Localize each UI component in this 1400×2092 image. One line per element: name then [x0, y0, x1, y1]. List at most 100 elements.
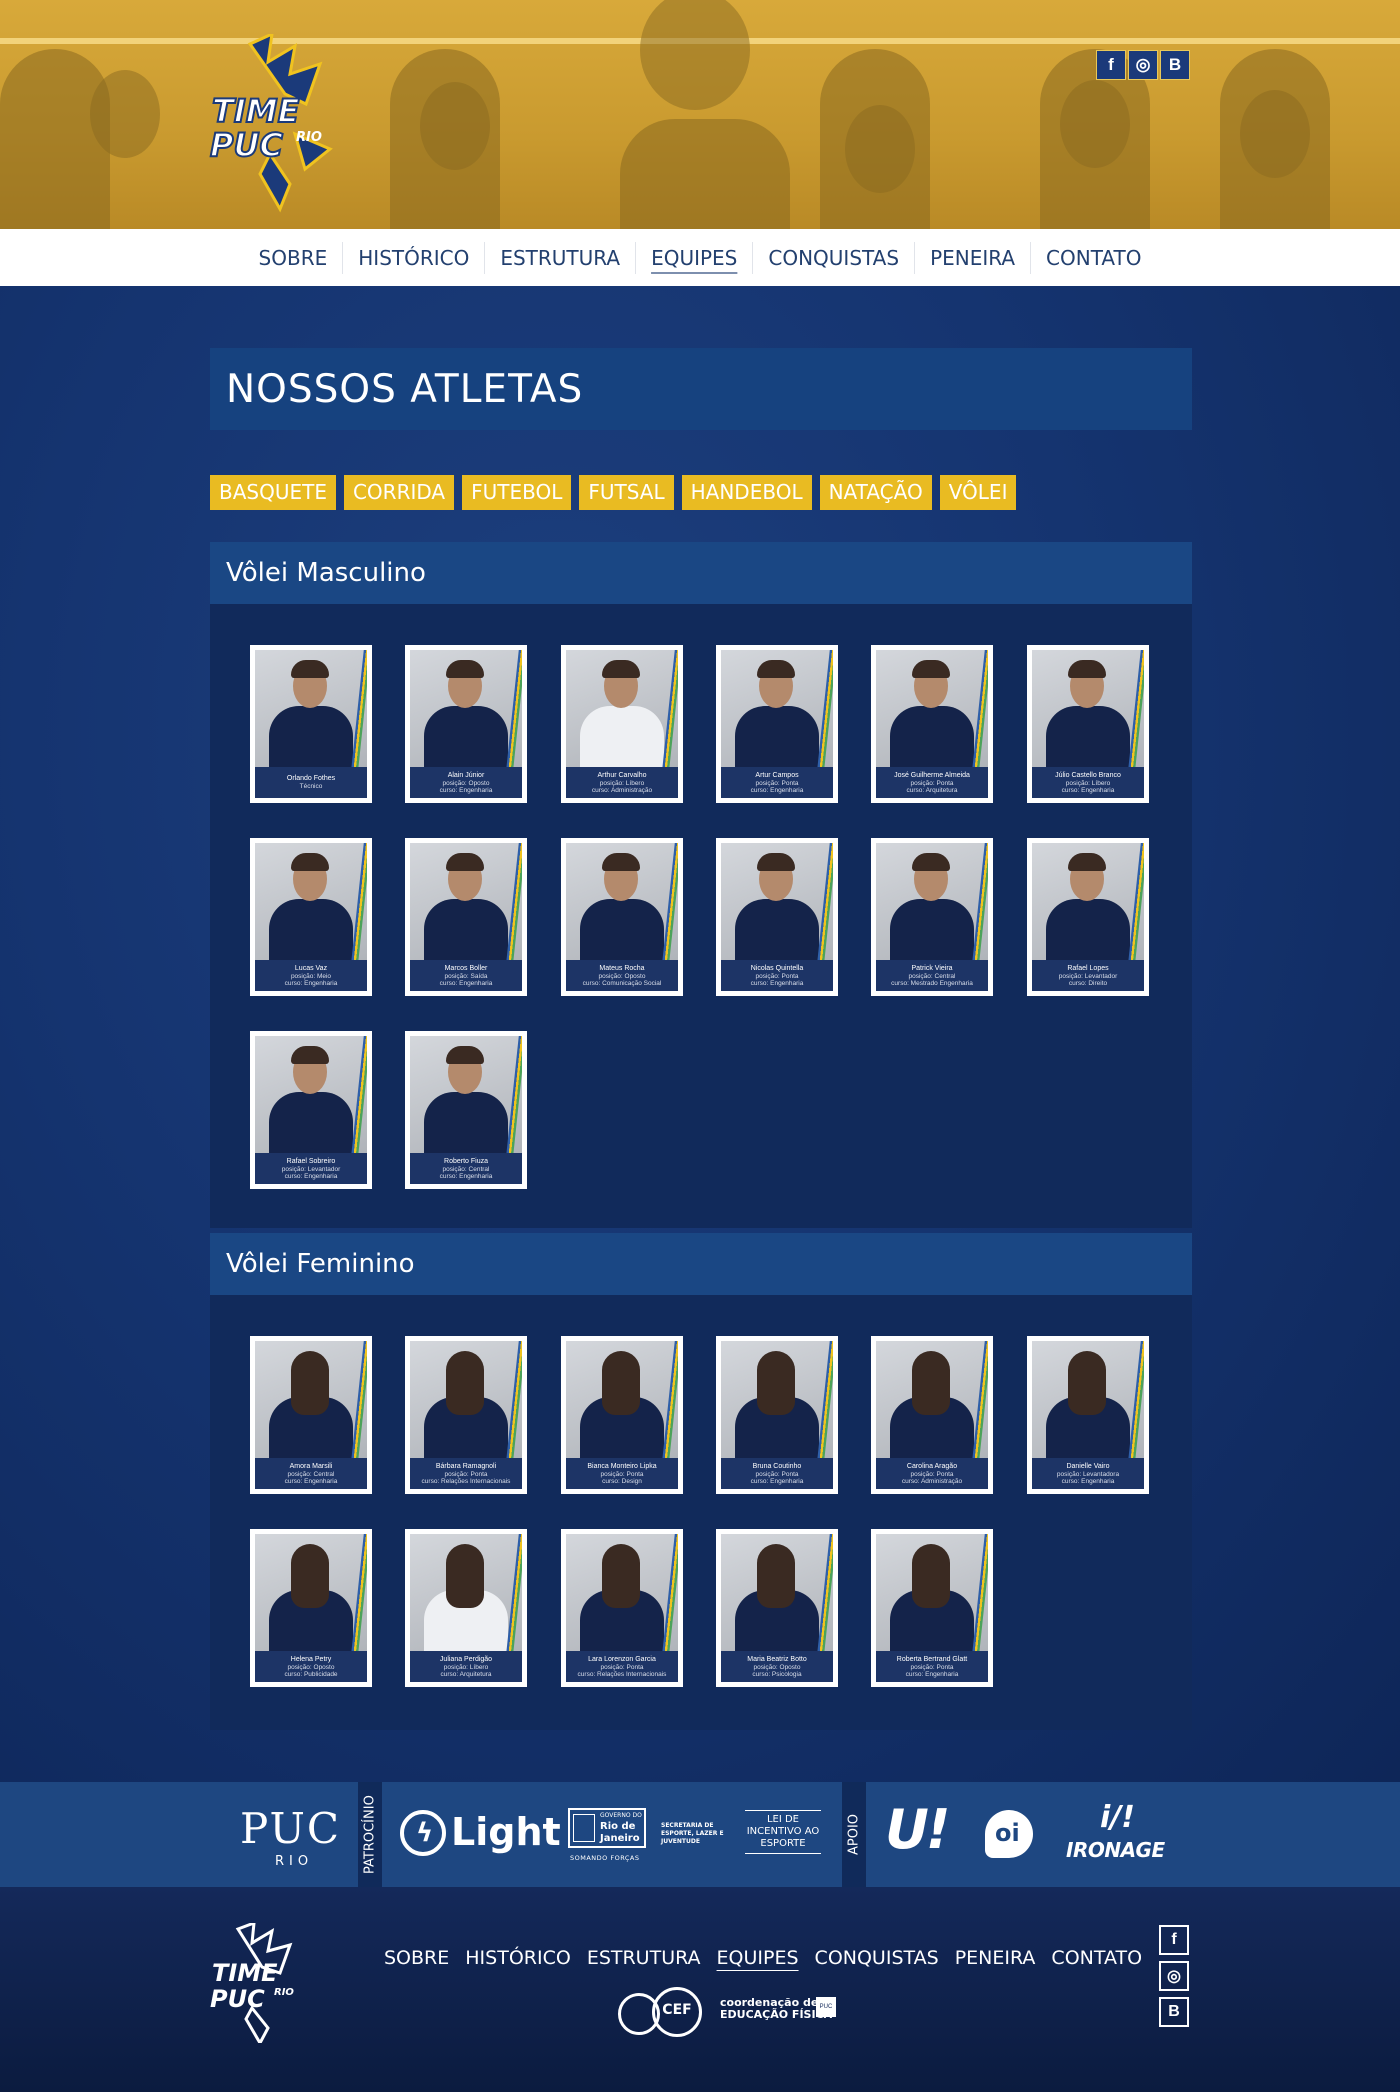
- athlete-hair: [602, 1544, 640, 1608]
- gov-line-1: GOVERNO DO: [600, 1812, 642, 1819]
- athlete-card[interactable]: Roberto Fiuza posição: Central curso: Enge…: [405, 1031, 527, 1189]
- site-footer: TIME PUC RIO SOBRE HISTÓRICO ESTRUTURA E…: [0, 1887, 1400, 2092]
- athlete-card[interactable]: Lara Lorenzon Garcia posição: Ponta curso:…: [561, 1529, 683, 1687]
- athlete-hair: [602, 853, 640, 871]
- athlete-card[interactable]: Artur Campos posição: Ponta curso: Engenha…: [716, 645, 838, 803]
- blogger-icon[interactable]: B: [1159, 1997, 1189, 2027]
- athlete-caption: Bianca Monteiro Lipka posição: Ponta curso…: [566, 1458, 678, 1489]
- athlete-photo: Bárbara Ramagnoli posição: Ponta curso: Re…: [410, 1341, 522, 1489]
- footer-nav-contato[interactable]: CONTATO: [1051, 1947, 1142, 1969]
- athlete-name: Carolina Aragão: [906, 1462, 958, 1470]
- athlete-card[interactable]: Danielle Vairo posição: Levantadora curso:…: [1027, 1336, 1149, 1494]
- athlete-caption: Arthur Carvalho posição: Líbero curso: Adm…: [566, 767, 678, 798]
- athlete-card[interactable]: Arthur Carvalho posição: Líbero curso: Adm…: [561, 645, 683, 803]
- athlete-caption: Marcos Boller posição: Saída curso: Engenh…: [410, 960, 522, 991]
- nav-item-conquistas[interactable]: CONQUISTAS: [752, 241, 914, 274]
- athlete-card[interactable]: Marcos Boller posição: Saída curso: Engenh…: [405, 838, 527, 996]
- athlete-card[interactable]: Maria Beatriz Botto posição: Oposto curso:…: [716, 1529, 838, 1687]
- tab-futebol[interactable]: FUTEBOL: [462, 475, 572, 510]
- athlete-card[interactable]: Rafael Sobreiro posição: Levantador curso:…: [250, 1031, 372, 1189]
- athlete-caption: Rafael Lopes posição: Levantador curso: Di…: [1032, 960, 1144, 991]
- athlete-course: curso: Engenharia: [284, 1172, 338, 1180]
- nav-item-peneira[interactable]: PENEIRA: [914, 241, 1030, 274]
- gov-rio-logo[interactable]: GOVERNO DO Rio de Janeiro: [568, 1808, 646, 1848]
- time-puc-rio-logo[interactable]: TIME PUC RIO: [209, 31, 335, 214]
- athlete-hair: [757, 1351, 795, 1415]
- athlete-caption: José Guilherme Almeida posição: Ponta curs…: [876, 767, 988, 798]
- tab-handebol[interactable]: HANDEBOL: [681, 475, 812, 510]
- ironage-logo[interactable]: IRONAGE: [1066, 1838, 1165, 1862]
- facebook-icon[interactable]: f: [1159, 1925, 1189, 1955]
- nav-item-sobre[interactable]: SOBRE: [244, 242, 343, 274]
- athlete-hair: [446, 660, 484, 678]
- lei-line: ESPORTE: [760, 1838, 806, 1849]
- footer-nav-estrutura[interactable]: ESTRUTURA: [587, 1947, 701, 1969]
- footer-nav-equipes[interactable]: EQUIPES: [717, 1947, 799, 1969]
- athlete-name: Júlio Castello Branco: [1055, 771, 1121, 779]
- footer-nav-sobre[interactable]: SOBRE: [384, 1947, 449, 1969]
- athlete-card[interactable]: Helena Petry posição: Oposto curso: Public…: [250, 1529, 372, 1687]
- tab-volei[interactable]: VÔLEI: [939, 475, 1017, 510]
- athlete-card[interactable]: Mateus Rocha posição: Oposto curso: Comuni…: [561, 838, 683, 996]
- athlete-hair: [757, 853, 795, 871]
- header-social-links: f ◎ B: [1096, 50, 1190, 80]
- athlete-card[interactable]: Rafael Lopes posição: Levantador curso: Di…: [1027, 838, 1149, 996]
- nav-item-historico[interactable]: HISTÓRICO: [342, 241, 484, 274]
- athlete-card[interactable]: Juliana Perdigão posição: Líbero curso: Ar…: [405, 1529, 527, 1687]
- athlete-course: curso: Engenharia: [750, 979, 804, 987]
- athlete-card[interactable]: Amora Marsili posição: Central curso: Enge…: [250, 1336, 372, 1494]
- athlete-card[interactable]: José Guilherme Almeida posição: Ponta curs…: [871, 645, 993, 803]
- nav-item-contato[interactable]: CONTATO: [1030, 241, 1156, 274]
- light-bolt-icon: ϟ: [400, 1810, 446, 1856]
- tab-corrida[interactable]: CORRIDA: [343, 475, 455, 510]
- tab-natacao[interactable]: NATAÇÃO: [819, 475, 932, 510]
- facebook-icon[interactable]: f: [1096, 50, 1126, 80]
- light-logo[interactable]: Light: [451, 1810, 561, 1854]
- page-title-bar: NOSSOS ATLETAS: [210, 348, 1192, 430]
- athlete-name: Marcos Boller: [444, 964, 488, 972]
- athlete-hair: [446, 1046, 484, 1064]
- cef-logo[interactable]: CEF: [618, 1987, 704, 2037]
- athlete-silhouette: [1220, 49, 1330, 229]
- athlete-card[interactable]: Orlando Fothes Técnico: [250, 645, 372, 803]
- athlete-name: Danielle Vairo: [1066, 1462, 1110, 1470]
- footer-nav-historico[interactable]: HISTÓRICO: [465, 1947, 571, 1969]
- athlete-card[interactable]: Carolina Aragão posição: Ponta curso: Admi…: [871, 1336, 993, 1494]
- oi-logo[interactable]: oi: [985, 1810, 1033, 1858]
- athlete-position: posição: Central: [908, 972, 956, 980]
- athlete-course: curso: Design: [602, 1477, 642, 1485]
- instagram-icon[interactable]: ◎: [1128, 50, 1158, 80]
- instagram-icon[interactable]: ◎: [1159, 1961, 1189, 1991]
- athlete-hair: [912, 1544, 950, 1608]
- page-title: NOSSOS ATLETAS: [226, 366, 584, 412]
- athlete-card[interactable]: Patrick Vieira posição: Central curso: Mes…: [871, 838, 993, 996]
- athlete-card[interactable]: Bruna Coutinho posição: Ponta curso: Engen…: [716, 1336, 838, 1494]
- athlete-card[interactable]: Bárbara Ramagnoli posição: Ponta curso: Re…: [405, 1336, 527, 1494]
- nav-item-equipes[interactable]: EQUIPES: [635, 241, 752, 274]
- u-sponsor-logo[interactable]: U!: [885, 1798, 951, 1861]
- athlete-photo: Roberta Bertrand Glatt posição: Ponta curs…: [876, 1534, 988, 1682]
- nav-item-estrutura[interactable]: ESTRUTURA: [484, 241, 635, 274]
- athlete-name: Bruna Coutinho: [752, 1462, 802, 1470]
- athlete-photo: Artur Campos posição: Ponta curso: Engenha…: [721, 650, 833, 798]
- blogger-icon[interactable]: B: [1160, 50, 1190, 80]
- tab-basquete[interactable]: BASQUETE: [210, 475, 336, 510]
- puc-rio-logo[interactable]: PUC: [240, 1804, 341, 1853]
- footer-nav-conquistas[interactable]: CONQUISTAS: [815, 1947, 939, 1969]
- main-content: NOSSOS ATLETAS BASQUETE CORRIDA FUTEBOL …: [210, 348, 1192, 1730]
- athlete-card[interactable]: Nicolas Quintella posição: Ponta curso: En…: [716, 838, 838, 996]
- athlete-card[interactable]: Lucas Vaz posição: Meio curso: Engenharia: [250, 838, 372, 996]
- footer-nav-peneira[interactable]: PENEIRA: [955, 1947, 1036, 1969]
- athlete-card[interactable]: Roberta Bertrand Glatt posição: Ponta curs…: [871, 1529, 993, 1687]
- lei-incentivo-logo[interactable]: LEI DE INCENTIVO AO ESPORTE: [745, 1810, 821, 1854]
- footer-logo[interactable]: TIME PUC RIO: [210, 1920, 302, 2047]
- athlete-card[interactable]: Júlio Castello Branco posição: Líbero curs…: [1027, 645, 1149, 803]
- athlete-position: posição: Levantadora: [1056, 1470, 1120, 1478]
- athlete-name: Patrick Vieira: [911, 964, 953, 972]
- tab-futsal[interactable]: FUTSAL: [579, 475, 674, 510]
- athlete-photo: José Guilherme Almeida posição: Ponta curs…: [876, 650, 988, 798]
- athlete-card[interactable]: Bianca Monteiro Lipka posição: Ponta curso…: [561, 1336, 683, 1494]
- athlete-photo: Roberto Fiuza posição: Central curso: Enge…: [410, 1036, 522, 1184]
- athlete-name: Rafael Lopes: [1067, 964, 1109, 972]
- athlete-card[interactable]: Alain Júnior posição: Oposto curso: Engenh…: [405, 645, 527, 803]
